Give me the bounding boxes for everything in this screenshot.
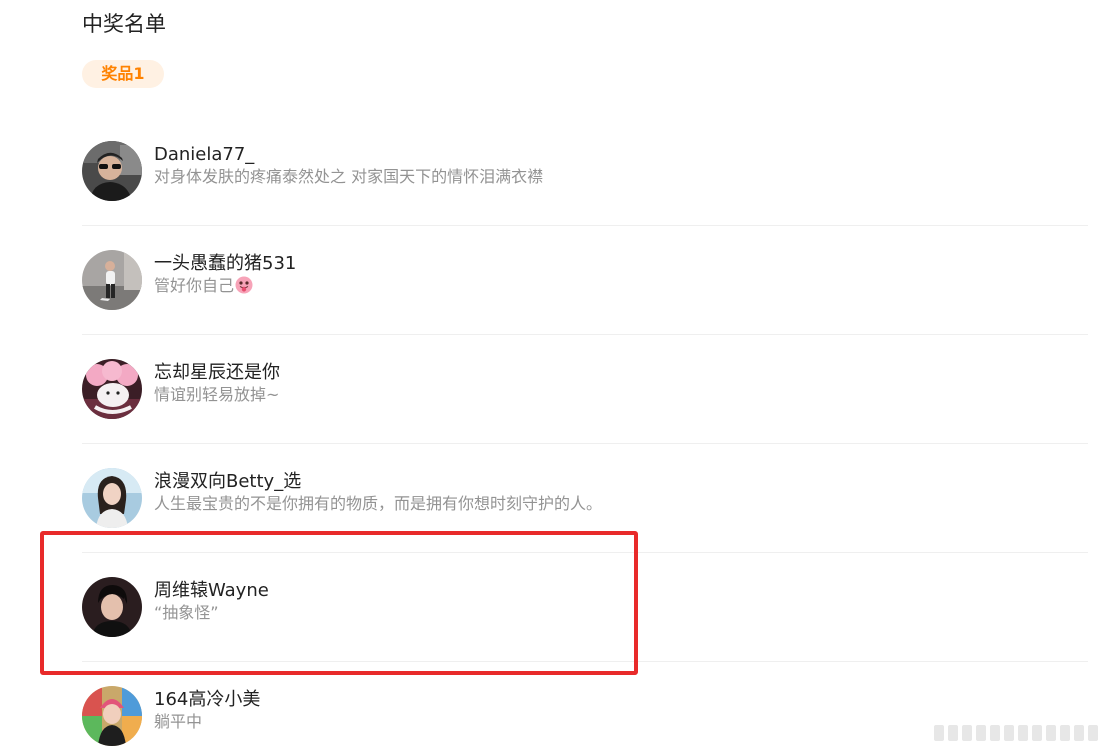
watermark-bar — [1004, 725, 1014, 741]
user-avatar-icon[interactable] — [82, 141, 142, 201]
watermark-bar — [1046, 725, 1056, 741]
winner-nickname[interactable]: 164高冷小美 — [154, 688, 260, 712]
watermark-bar — [1060, 725, 1070, 741]
user-avatar-icon[interactable] — [82, 686, 142, 746]
tongue-out-emoji-icon — [235, 276, 253, 294]
watermark-bar — [934, 725, 944, 741]
winner-bio-text: 对身体发肤的疼痛泰然处之 对家国天下的情怀泪满衣襟 — [154, 167, 544, 186]
lottery-winner-page: 中奖名单 奖品1 Daniela77_ 对身体发肤的疼痛泰然处之 对家国天下的情… — [0, 0, 1110, 751]
winner-nickname[interactable]: 浪漫双向Betty_选 — [154, 470, 301, 494]
winner-bio-text: 情谊别轻易放掉~ — [154, 385, 280, 404]
prize-tab[interactable]: 奖品1 — [82, 60, 164, 88]
user-avatar-icon[interactable] — [82, 359, 142, 419]
highlight-annotation-box — [40, 531, 638, 675]
watermark-bar — [962, 725, 972, 741]
watermark-bar — [990, 725, 1000, 741]
watermark-mark — [934, 725, 1098, 741]
watermark-bar — [1018, 725, 1028, 741]
winner-bio: 躺平中 — [154, 711, 202, 733]
winner-row: 忘却星辰还是你 情谊别轻易放掉~ — [82, 335, 1088, 444]
watermark-bar — [976, 725, 986, 741]
winner-bio: 管好你自己 — [154, 275, 253, 297]
winner-nickname[interactable]: 忘却星辰还是你 — [154, 361, 280, 385]
watermark-bar — [1032, 725, 1042, 741]
winner-nickname[interactable]: Daniela77_ — [154, 143, 254, 167]
watermark-bar — [948, 725, 958, 741]
user-avatar-icon[interactable] — [82, 468, 142, 528]
winner-bio: 对身体发肤的疼痛泰然处之 对家国天下的情怀泪满衣襟 — [154, 166, 543, 188]
user-avatar-icon[interactable] — [82, 250, 142, 310]
winner-bio: 人生最宝贵的不是你拥有的物质，而是拥有你想时刻守护的人。 — [154, 493, 602, 515]
winner-bio-text: 人生最宝贵的不是你拥有的物质，而是拥有你想时刻守护的人。 — [154, 494, 603, 513]
winner-bio: 情谊别轻易放掉~ — [154, 384, 279, 406]
watermark-bar — [1074, 725, 1084, 741]
winner-row: 一头愚蠢的猪531 管好你自己 — [82, 226, 1088, 335]
winner-row: Daniela77_ 对身体发肤的疼痛泰然处之 对家国天下的情怀泪满衣襟 — [82, 117, 1088, 226]
winner-nickname[interactable]: 一头愚蠢的猪531 — [154, 252, 296, 276]
winner-bio-text: 管好你自己 — [154, 276, 235, 295]
winner-bio-text: 躺平中 — [154, 712, 203, 731]
watermark-bar — [1088, 725, 1098, 741]
page-title: 中奖名单 — [82, 12, 166, 36]
